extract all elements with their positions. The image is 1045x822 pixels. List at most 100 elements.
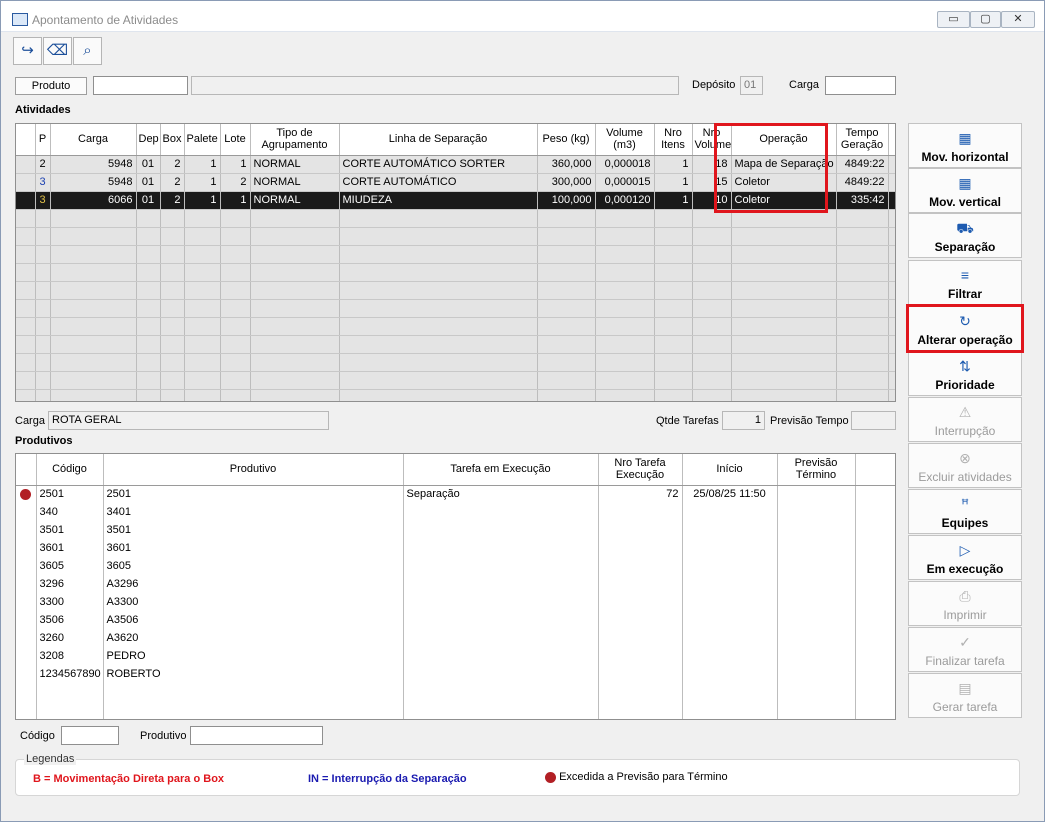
bottom-codigo-label: Código <box>20 730 55 742</box>
produtivo-row[interactable]: 2501 2501 Separação 72 25/08/25 11:50 <box>16 485 895 503</box>
sidebar-button-imprimir[interactable]: ⎙ Imprimir <box>908 581 1022 626</box>
carga-input[interactable] <box>825 76 896 95</box>
col-header-p[interactable]: P <box>35 124 51 156</box>
produtivo-row[interactable]: 3208 PEDRO <box>16 647 895 665</box>
produtivo-row[interactable]: 3296 A3296 <box>16 575 895 593</box>
cell-produtivo: 3501 <box>103 521 404 539</box>
empty-cell <box>595 389 655 401</box>
col-header-carga[interactable]: Carga <box>50 124 137 156</box>
sidebar-button-mov-vertical[interactable]: ▦ Mov. vertical <box>908 168 1022 213</box>
cell-tarefa <box>403 629 599 647</box>
cell-nro <box>598 557 683 575</box>
col-header-peso[interactable]: Peso (kg) <box>537 124 596 156</box>
empty-row <box>16 317 895 336</box>
cell-dep: 01 <box>136 191 161 210</box>
empty-row <box>16 701 895 719</box>
empty-cell <box>654 227 693 246</box>
empty-cell <box>36 701 104 719</box>
empty-cell <box>16 353 36 372</box>
produtivo-row[interactable]: 3260 A3620 <box>16 629 895 647</box>
empty-cell <box>692 317 732 336</box>
sidebar-button-excluir-atividades[interactable]: ⊗ Excluir atividades <box>908 443 1022 488</box>
col-header-inicio[interactable]: Início <box>682 454 778 486</box>
cell-tempo: 4849:22 <box>836 173 889 192</box>
empty-cell <box>731 317 837 336</box>
produtivo-row[interactable]: 340 3401 <box>16 503 895 521</box>
col-header-tempo-geracao[interactable]: Tempo Geração <box>836 124 889 156</box>
sidebar-button-label: Imprimir <box>943 608 987 622</box>
produto-button[interactable]: Produto <box>15 77 87 95</box>
sidebar-button-interrup-o[interactable]: ⚠ Interrupção <box>908 397 1022 442</box>
sidebar-button-gerar-tarefa[interactable]: ▤ Gerar tarefa <box>908 673 1022 718</box>
empty-cell <box>184 353 221 372</box>
empty-cell <box>855 701 895 719</box>
empty-cell <box>250 227 340 246</box>
produtivo-row[interactable]: 3605 3605 <box>16 557 895 575</box>
empty-cell <box>537 371 596 390</box>
minimize-button[interactable]: ▭ <box>937 11 970 28</box>
exit-icon[interactable]: ↪ <box>13 37 42 65</box>
sidebar-button-mov-horizontal[interactable]: ▦ Mov. horizontal <box>908 123 1022 168</box>
col-header-lote[interactable]: Lote <box>220 124 251 156</box>
cell-produtivo: A3620 <box>103 629 404 647</box>
sidebar-button-finalizar-tarefa[interactable]: ✓ Finalizar tarefa <box>908 627 1022 672</box>
cell-nro <box>598 503 683 521</box>
maximize-button[interactable]: ▢ <box>970 11 1001 28</box>
row-flag <box>16 521 37 539</box>
cell-produtivo: A3296 <box>103 575 404 593</box>
sidebar-button-filtrar[interactable]: ≡ Filtrar <box>908 260 1022 305</box>
col-header-palete[interactable]: Palete <box>184 124 221 156</box>
sidebar-button-equipes[interactable]: ꟸ Equipes <box>908 489 1022 534</box>
col-header-tipo-agrupamento[interactable]: Tipo de Agrupamento <box>250 124 340 156</box>
empty-cell <box>654 371 693 390</box>
produtivo-row[interactable]: 3506 A3506 <box>16 611 895 629</box>
empty-cell <box>50 209 137 228</box>
people-icon: ꟸ <box>960 496 970 512</box>
empty-cell <box>184 317 221 336</box>
col-header-box[interactable]: Box <box>160 124 185 156</box>
cell-box: 2 <box>160 191 185 210</box>
sidebar-button-em-execu-o[interactable]: ▷ Em execução <box>908 535 1022 580</box>
cell-produtivo: A3506 <box>103 611 404 629</box>
info-carga-label: Carga <box>15 415 45 427</box>
qtde-tarefas-label: Qtde Tarefas <box>656 415 719 427</box>
cell-dep: 01 <box>136 173 161 192</box>
col-header-tarefa-execucao[interactable]: Tarefa em Execução <box>403 454 599 486</box>
cell-previsao <box>777 503 856 521</box>
cell-tarefa <box>403 503 599 521</box>
empty-cell <box>160 281 185 300</box>
produtivo-row[interactable]: 3300 A3300 <box>16 593 895 611</box>
eraser-icon[interactable]: ⌫ <box>43 37 72 65</box>
empty-cell <box>888 209 895 228</box>
sidebar-button-prioridade[interactable]: ⇅ Prioridade <box>908 351 1022 396</box>
col-header-codigo[interactable]: Código <box>36 454 104 486</box>
col-header-volume[interactable]: Volume (m3) <box>595 124 655 156</box>
col-header-produtivo[interactable]: Produtivo <box>103 454 404 486</box>
produtivo-row[interactable]: 1234567890 ROBERTO <box>16 665 895 683</box>
empty-cell <box>136 263 161 282</box>
col-header-dep[interactable]: Dep <box>136 124 161 156</box>
empty-cell <box>184 335 221 354</box>
cell-tarefa <box>403 647 599 665</box>
row-flag <box>16 647 37 665</box>
empty-cell <box>16 263 36 282</box>
col-header-linha-separacao[interactable]: Linha de Separação <box>339 124 538 156</box>
col-header-previsao-termino[interactable]: Previsão Término <box>777 454 856 486</box>
empty-cell <box>220 299 251 318</box>
search-icon[interactable]: ⌕ <box>73 37 102 65</box>
empty-cell <box>537 281 596 300</box>
close-button[interactable]: ✕ <box>1001 11 1035 28</box>
bottom-produtivo-input[interactable] <box>190 726 323 745</box>
qtde-tarefas-field: 1 <box>722 411 765 430</box>
produtivo-row[interactable]: 3601 3601 <box>16 539 895 557</box>
produtivo-row[interactable]: 3501 3501 <box>16 521 895 539</box>
cell-produtivo: 3401 <box>103 503 404 521</box>
produto-code-input[interactable] <box>93 76 188 95</box>
sidebar-button-separa-o[interactable]: ⛟ Separação <box>908 213 1022 258</box>
cell-produtivo: ROBERTO <box>103 665 404 683</box>
empty-cell <box>250 209 340 228</box>
empty-cell <box>682 683 778 701</box>
bottom-codigo-input[interactable] <box>61 726 119 745</box>
col-header-nro-itens[interactable]: Nro Itens <box>654 124 693 156</box>
col-header-nro-tarefa[interactable]: Nro Tarefa Execução <box>598 454 683 486</box>
